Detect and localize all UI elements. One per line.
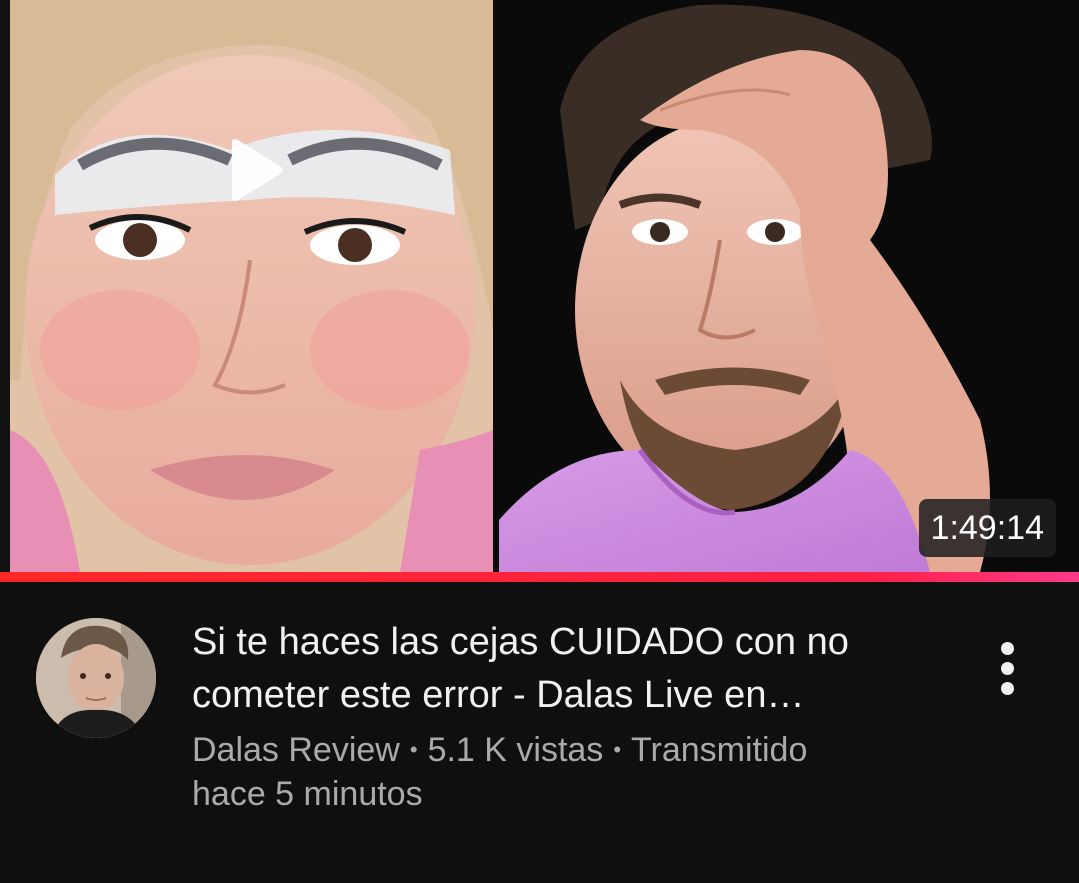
menu-dot (1001, 662, 1014, 675)
streamed-label: Transmitido (631, 731, 808, 769)
channel-name[interactable]: Dalas Review (192, 731, 400, 769)
watch-progress-fill (0, 572, 1079, 582)
separator-dot: • (613, 737, 622, 762)
video-card[interactable]: 1:49:14 Si te haces las cejas CUIDADO co… (0, 0, 1079, 883)
menu-dot (1001, 682, 1014, 695)
duration-badge: 1:49:14 (918, 499, 1056, 557)
video-title-line: cometer este error - Dalas Live en… (192, 674, 805, 716)
thumbnail-left-panel (10, 0, 493, 572)
more-vert-icon[interactable] (986, 638, 1030, 698)
video-title-line: Si te haces las cejas CUIDADO con no (192, 621, 849, 663)
video-thumbnail[interactable]: 1:49:14 (0, 0, 1079, 572)
video-title[interactable]: Si te haces las cejas CUIDADO con no com… (192, 616, 952, 722)
channel-avatar[interactable] (36, 618, 156, 738)
watch-progress-bar (0, 572, 1079, 582)
menu-dot (1001, 642, 1014, 655)
separator-dot: • (409, 737, 418, 762)
video-metadata: Dalas Review • 5.1 K vistas • Transmitido ha… (192, 728, 952, 816)
streamed-time: hace 5 minutos (192, 775, 423, 813)
thumbnail-right-panel (499, 0, 1079, 572)
view-count: 5.1 K vistas (427, 731, 604, 769)
